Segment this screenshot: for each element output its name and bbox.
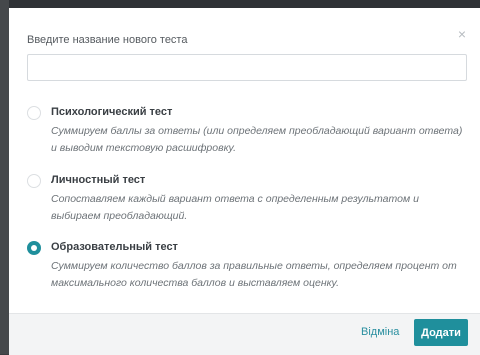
option-description: Суммируем количество баллов за правильны… [51,260,457,289]
radio-personality-test[interactable] [27,174,41,188]
page-backdrop-left [0,0,9,354]
option-title: Образовательный тест [51,241,178,253]
test-name-label: Введите название нового теста [27,34,188,46]
radio-psychological-test[interactable] [27,106,41,120]
page-backdrop-top [0,0,480,8]
close-icon[interactable]: × [455,27,469,41]
option-description: Суммируем баллы за ответы (или определяе… [51,125,463,154]
option-title: Личностный тест [51,174,146,186]
new-test-modal: Введите название нового теста × Психолог… [9,8,480,355]
radio-educational-test[interactable] [27,241,41,255]
cancel-button[interactable]: Відміна [361,326,399,338]
add-button[interactable]: Додати [414,319,468,346]
test-name-input[interactable] [27,54,467,81]
modal-footer [9,313,480,355]
option-description: Сопоставляем каждый вариант ответа с опр… [51,193,419,222]
option-title: Психологический тест [51,106,173,118]
